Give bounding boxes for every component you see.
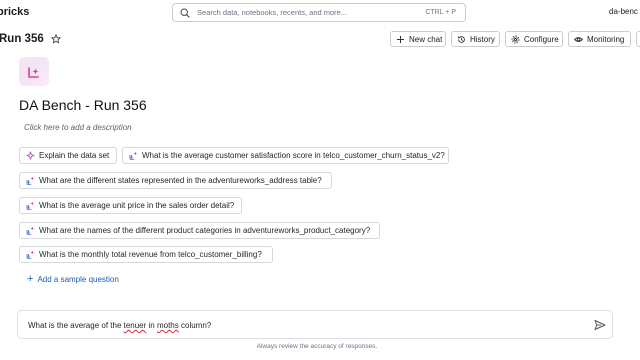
star-icon[interactable] xyxy=(51,34,61,44)
space-title: DA Bench - Run 356 xyxy=(19,97,147,113)
chat-input-text[interactable]: What is the average of the tenuer in mot… xyxy=(28,321,211,330)
sample-question-chip[interactable]: What are the different states represente… xyxy=(19,172,332,189)
chat-text-part: What is the average of the xyxy=(28,321,124,330)
sparkle-icon xyxy=(26,151,35,160)
sample-question-text: What are the names of the different prod… xyxy=(39,226,371,235)
sample-question-chip[interactable]: What is the average unit price in the sa… xyxy=(19,197,242,214)
history-button[interactable]: History xyxy=(451,31,500,47)
accuracy-disclaimer: Always review the accuracy of responses. xyxy=(256,343,378,350)
table-spark-icon xyxy=(26,201,35,210)
top-bar: bricks Search data, notebooks, recents, … xyxy=(0,0,640,26)
monitoring-button[interactable]: Monitoring xyxy=(568,31,631,47)
global-search[interactable]: Search data, notebooks, recents, and mor… xyxy=(172,3,466,22)
chat-input[interactable]: What is the average of the tenuer in mot… xyxy=(17,310,613,339)
misspelled-word: tenuer xyxy=(123,321,147,330)
sample-question-text: What is the average customer satisfactio… xyxy=(142,151,445,160)
history-icon xyxy=(457,35,465,43)
new-chat-label: New chat xyxy=(409,34,443,44)
title-bar: Run 356 New chat History Configure Monit… xyxy=(0,30,640,50)
table-spark-icon xyxy=(26,176,35,185)
description-placeholder[interactable]: Click here to add a description xyxy=(24,123,132,132)
gear-icon xyxy=(511,34,520,44)
sample-question-chip[interactable]: What is the average customer satisfactio… xyxy=(122,147,449,164)
sample-question-text: What are the different states represente… xyxy=(39,176,322,185)
search-shortcut: CTRL + P xyxy=(425,9,456,16)
plus-icon xyxy=(397,35,404,43)
chat-sparkle-icon xyxy=(28,66,39,78)
configure-label: Configure xyxy=(524,34,559,44)
sample-question-text: What is the average unit price in the sa… xyxy=(39,201,235,210)
plus-icon: + xyxy=(27,273,34,285)
add-sample-question-label: Add a sample question xyxy=(37,275,119,284)
table-spark-icon xyxy=(26,250,35,259)
chat-text-part: in xyxy=(146,321,157,330)
send-icon[interactable] xyxy=(594,319,606,331)
sample-question-text: What is the monthly total revenue from t… xyxy=(39,250,262,259)
monitoring-label: Monitoring xyxy=(587,34,625,44)
sample-question-text: Explain the data set xyxy=(39,151,110,160)
add-sample-question-link[interactable]: + Add a sample question xyxy=(27,274,119,285)
brand-name[interactable]: bricks xyxy=(0,6,29,18)
eye-icon xyxy=(574,36,583,42)
search-icon xyxy=(180,7,190,18)
workspace-switcher[interactable]: da-benc xyxy=(609,7,638,16)
sample-question-chip[interactable]: What are the names of the different prod… xyxy=(19,222,380,239)
search-placeholder[interactable]: Search data, notebooks, recents, and mor… xyxy=(197,8,425,17)
new-chat-button[interactable]: New chat xyxy=(390,31,446,47)
space-logo xyxy=(19,57,49,86)
chat-text-part: column? xyxy=(178,321,212,330)
sample-question-chip[interactable]: What is the monthly total revenue from t… xyxy=(19,246,273,263)
misspelled-word: moths xyxy=(156,321,179,330)
table-spark-icon xyxy=(129,151,138,160)
configure-button[interactable]: Configure xyxy=(505,31,563,47)
more-button[interactable] xyxy=(636,31,640,47)
page-title: Run 356 xyxy=(0,33,44,45)
history-label: History xyxy=(470,34,495,44)
table-spark-icon xyxy=(26,226,35,235)
sample-question-chip[interactable]: Explain the data set xyxy=(19,147,117,164)
